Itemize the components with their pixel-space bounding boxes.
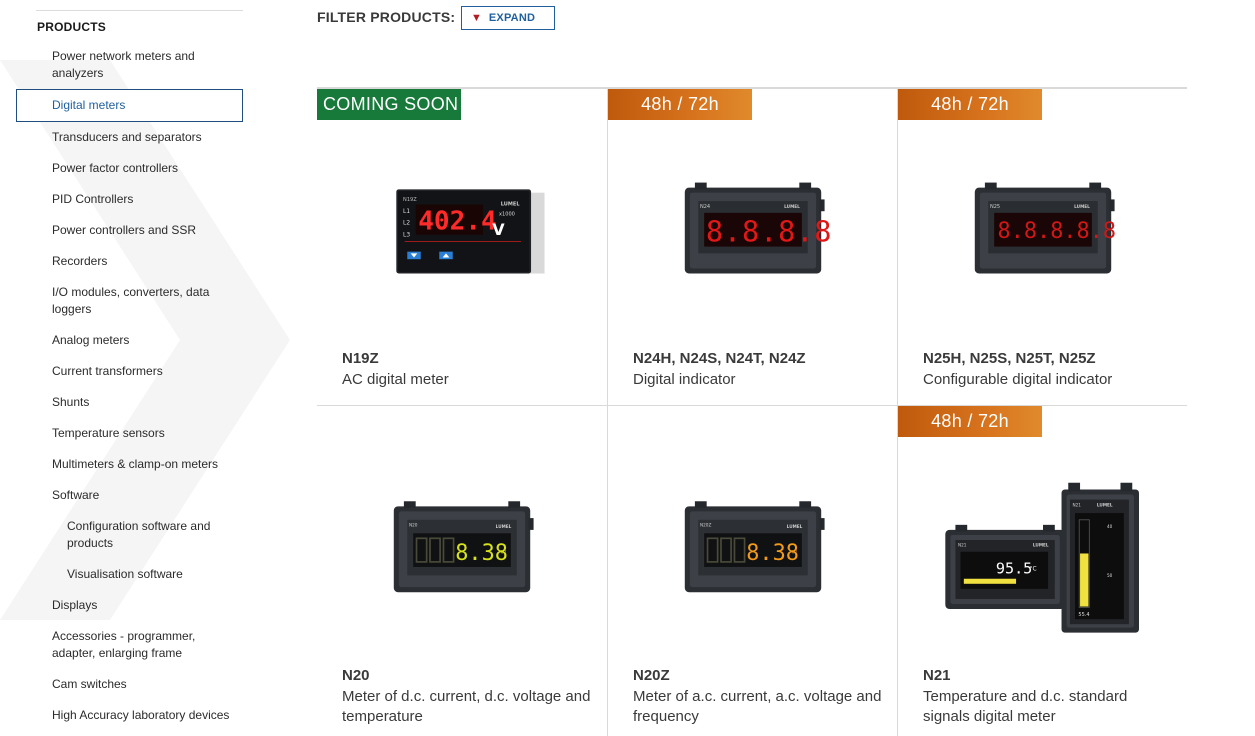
digit-display: 8.8.8.8.8: [998, 219, 1117, 244]
product-code[interactable]: N19Z: [342, 350, 379, 367]
phase-label: L3: [403, 232, 410, 238]
sidebar-item-accessories-programmer-adapter-enlarging-frame[interactable]: Accessories - programmer, adapter, enlar…: [16, 621, 243, 669]
sidebar-item-recorders[interactable]: Recorders: [16, 246, 243, 277]
expand-button-label: EXPAND: [488, 12, 536, 24]
brand-label: LUMEL: [787, 524, 803, 529]
sidebar-item-temperature-sensors[interactable]: Temperature sensors: [16, 418, 243, 449]
product-code[interactable]: N25H, N25S, N25T, N25Z: [923, 350, 1096, 367]
product-code[interactable]: N20: [342, 667, 370, 684]
sidebar-item-i-o-modules-converters-data-loggers[interactable]: I/O modules, converters, data loggers: [16, 277, 243, 325]
brand-label: LUMEL: [784, 204, 800, 209]
product-image[interactable]: N19Z L1 L2 L3 402.4 LUMEL x1000 V: [342, 159, 582, 319]
sidebar-item-software[interactable]: Software: [16, 480, 243, 511]
digit-display: 402.4: [418, 207, 497, 237]
product-description: Meter of d.c. current, d.c. voltage and …: [342, 688, 591, 725]
sidebar-item-multimeters-clamp-on-meters[interactable]: Multimeters & clamp-on meters: [16, 449, 243, 480]
panel-label: N21: [1072, 502, 1081, 507]
product-image[interactable]: N20Z LUMEL8.38kV: [633, 476, 873, 636]
product-card[interactable]: 48h / 72h N25 LUMEL 8.8.8.8.8 N25H, N25S, N2…: [897, 89, 1187, 405]
product-image[interactable]: N24 LUMEL 8.8.8.8: [633, 159, 873, 319]
product-description: AC digital meter: [342, 371, 449, 388]
sidebar-nav-list: Power network meters and analyzers Digita…: [16, 41, 243, 731]
delivery-time-badge: 48h / 72h: [898, 406, 1042, 437]
product-description: Meter of a.c. current, a.c. voltage and …: [633, 688, 882, 725]
product-image[interactable]: N20 LUMEL8.38kV: [342, 476, 582, 636]
brand-label: LUMEL: [1097, 502, 1113, 507]
filter-label: FILTER PRODUCTS:: [317, 9, 456, 25]
panel-label: N20: [409, 523, 418, 528]
scale-label: 50: [1107, 573, 1113, 578]
sidebar-item-digital-meters[interactable]: Digital meters: [16, 89, 243, 122]
sidebar-item-shunts[interactable]: Shunts: [16, 387, 243, 418]
sidebar-item-displays[interactable]: Displays: [16, 590, 243, 621]
sidebar-item-power-factor-controllers[interactable]: Power factor controllers: [16, 153, 243, 184]
scale-label: 40: [1107, 524, 1113, 529]
phase-label: L2: [403, 221, 410, 227]
product-description: Temperature and d.c. standard signals di…: [923, 688, 1128, 725]
expand-filter-button[interactable]: ▼ EXPAND: [461, 6, 555, 30]
sidebar-item-pid-controllers[interactable]: PID Controllers: [16, 184, 243, 215]
sidebar-item-current-transformers[interactable]: Current transformers: [16, 356, 243, 387]
sidebar-item-cam-switches[interactable]: Cam switches: [16, 669, 243, 700]
brand-label: LUMEL: [501, 201, 521, 207]
product-description: Digital indicator: [633, 371, 736, 388]
product-card[interactable]: 48h / 72h N21 LUMEL 95.5 °C N21 LUMEL 40 50 55.4 N…: [897, 406, 1187, 736]
triangle-down-icon: ▼: [471, 11, 482, 24]
product-description: Configurable digital indicator: [923, 371, 1113, 388]
brand-label: LUMEL: [1033, 543, 1049, 548]
product-row: N20 LUMEL 8.38 kV N20 Meter of d.c. current, …: [317, 406, 1187, 736]
panel-label: N20Z: [700, 523, 711, 528]
brand-label: LUMEL: [496, 524, 512, 529]
product-row: COMING SOON N19Z L1 L2 L3 402.4 LUMEL x1000 V N19…: [317, 89, 1187, 406]
unit-label: kV: [792, 549, 797, 554]
sidebar-item-power-network-meters-and-analyzers[interactable]: Power network meters and analyzers: [16, 41, 243, 89]
delivery-time-badge: 48h / 72h: [898, 89, 1042, 120]
product-card[interactable]: N20 LUMEL 8.38 kV N20 Meter of d.c. current, …: [317, 406, 607, 736]
product-code[interactable]: N24H, N24S, N24T, N24Z: [633, 350, 806, 367]
digit-display: 55.4: [1078, 612, 1089, 618]
product-image[interactable]: N25 LUMEL 8.8.8.8.8: [923, 159, 1163, 319]
sidebar-item-high-accuracy-laboratory-devices[interactable]: High Accuracy laboratory devices: [16, 700, 243, 731]
multiplier-label: x1000: [499, 211, 515, 217]
unit-label: V: [492, 220, 505, 239]
sidebar-item-transducers-and-separators[interactable]: Transducers and separators: [16, 122, 243, 153]
sidebar-item-analog-meters[interactable]: Analog meters: [16, 325, 243, 356]
panel-label: N25: [990, 204, 1000, 210]
panel-label: N24: [700, 204, 710, 210]
unit-label: kV: [501, 549, 506, 554]
brand-label: LUMEL: [1074, 204, 1090, 209]
product-card[interactable]: COMING SOON N19Z L1 L2 L3 402.4 LUMEL x1000 V N19…: [317, 89, 607, 405]
product-code[interactable]: N20Z: [633, 667, 670, 684]
product-code[interactable]: N21: [923, 667, 951, 684]
sidebar: PRODUCTS Power network meters and analyz…: [16, 10, 243, 731]
delivery-time-badge: 48h / 72h: [608, 89, 752, 120]
unit-label: °C: [1030, 566, 1037, 572]
coming-soon-badge: COMING SOON: [317, 89, 461, 120]
sidebar-heading: PRODUCTS: [37, 20, 106, 34]
sidebar-item-visualisation-software[interactable]: Visualisation software: [16, 559, 243, 590]
product-card[interactable]: 48h / 72h N24 LUMEL 8.8.8.8 N24H, N24S, N24T…: [607, 89, 897, 405]
product-grid: COMING SOON N19Z L1 L2 L3 402.4 LUMEL x1000 V N19…: [317, 87, 1187, 736]
digit-display: 95.5: [996, 560, 1032, 578]
panel-label: N19Z: [403, 197, 417, 203]
product-card[interactable]: N20Z LUMEL 8.38 kV N20Z Meter of a.c. current…: [607, 406, 897, 736]
phase-label: L1: [403, 209, 410, 215]
sidebar-item-power-controllers-and-ssr[interactable]: Power controllers and SSR: [16, 215, 243, 246]
panel-label: N21: [958, 543, 967, 548]
digit-display: 8.8.8.8: [706, 215, 833, 249]
sidebar-item-configuration-software-and-products[interactable]: Configuration software and products: [16, 511, 243, 559]
product-image[interactable]: N21 LUMEL 95.5°C N21 LUMEL 40 50 55.4: [923, 476, 1163, 636]
